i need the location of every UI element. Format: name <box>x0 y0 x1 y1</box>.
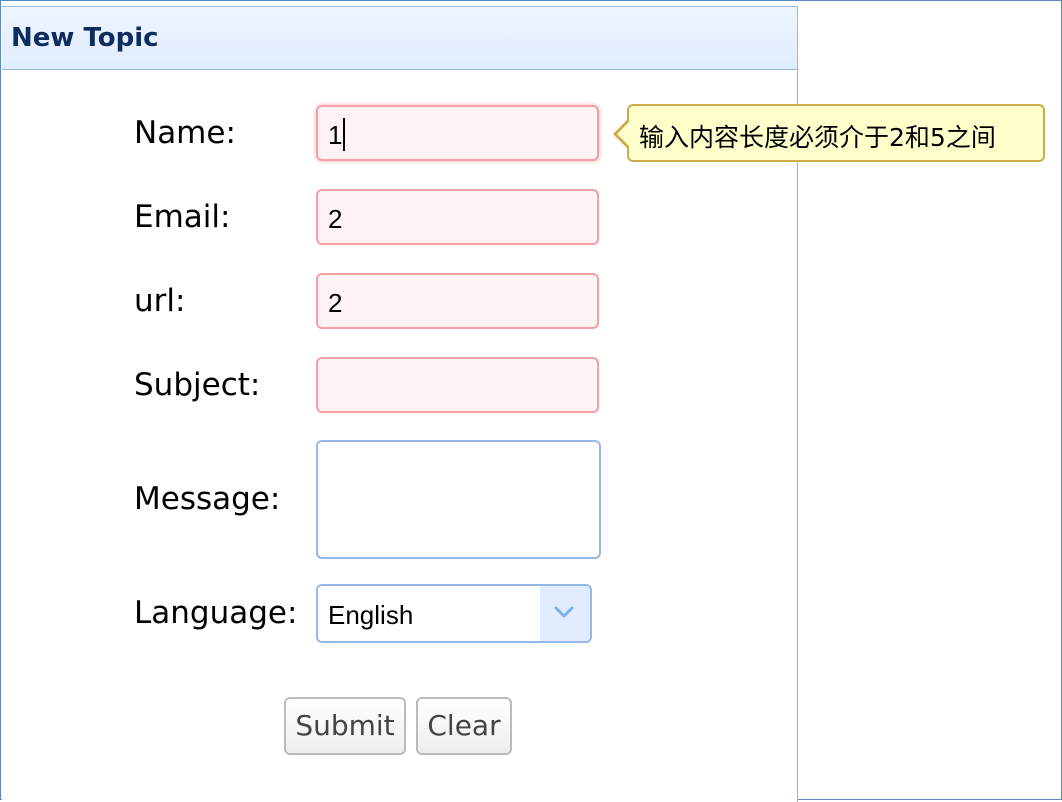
tooltip-text: 输入内容长度必须介于2和5之间 <box>639 123 996 152</box>
panel-header: New Topic <box>2 7 797 70</box>
panel-title: New Topic <box>11 23 159 53</box>
url-label: url: <box>134 283 186 319</box>
language-label: Language: <box>134 595 298 631</box>
tooltip-pointer-fill <box>617 122 629 146</box>
name-input-value: 1 <box>328 120 343 150</box>
email-label: Email: <box>134 199 231 235</box>
url-input-value: 2 <box>328 288 343 318</box>
clear-button[interactable]: Clear <box>416 697 512 755</box>
name-input[interactable]: 1 <box>316 105 599 161</box>
language-select-value: English <box>328 600 414 630</box>
email-input-value: 2 <box>328 204 343 234</box>
language-select[interactable]: English <box>316 584 592 643</box>
text-caret <box>343 118 345 151</box>
name-label: Name: <box>134 115 236 151</box>
validation-tooltip: 输入内容长度必须介于2和5之间 <box>627 104 1045 162</box>
combo-arrow-button[interactable] <box>540 586 590 641</box>
window-frame: New Topic Name: 1 Email: 2 url: 2 Subjec… <box>0 0 1062 802</box>
submit-button[interactable]: Submit <box>284 697 406 755</box>
chevron-down-icon <box>554 606 574 618</box>
subject-input[interactable] <box>316 357 599 413</box>
subject-label: Subject: <box>134 367 261 403</box>
url-input[interactable]: 2 <box>316 273 599 329</box>
email-input[interactable]: 2 <box>316 189 599 245</box>
message-label: Message: <box>134 481 281 517</box>
message-textarea[interactable] <box>316 440 601 559</box>
